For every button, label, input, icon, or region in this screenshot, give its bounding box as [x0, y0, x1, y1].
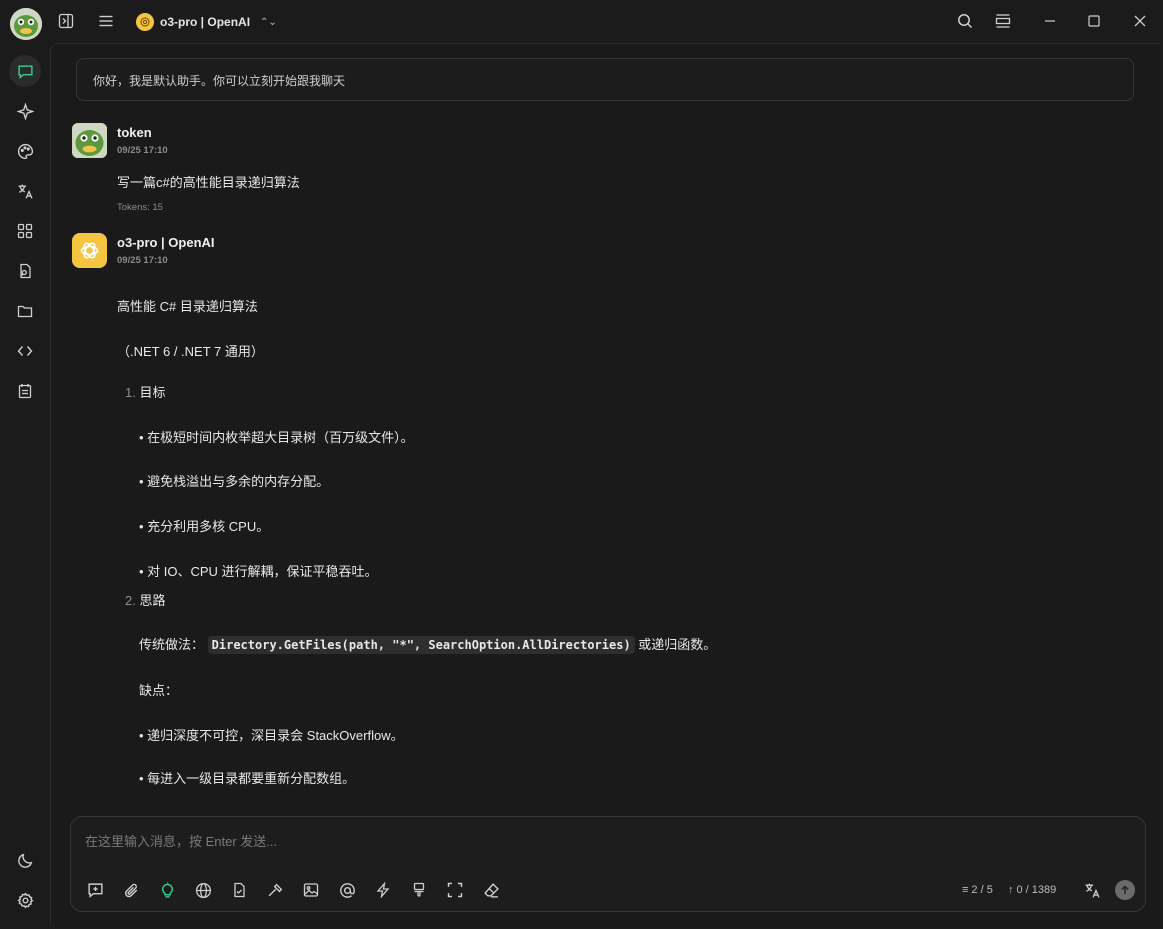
token-count: 0 / 1389	[1016, 884, 1057, 896]
file-search-icon[interactable]	[9, 255, 41, 287]
palette-icon[interactable]	[9, 135, 41, 167]
token-counter: ↑ 0 / 1389	[1008, 884, 1056, 896]
toggle-sidebar-icon[interactable]	[56, 11, 76, 31]
user-avatar[interactable]	[72, 123, 107, 158]
menu-icon[interactable]	[96, 11, 116, 31]
translate-icon[interactable]	[9, 175, 41, 207]
folder-icon[interactable]	[9, 295, 41, 327]
openai-icon	[136, 13, 154, 31]
context-count: 2 / 5	[971, 884, 993, 896]
assistant-avatar[interactable]	[72, 233, 107, 268]
hammer-icon[interactable]	[265, 880, 285, 900]
section-2-number: 2.	[125, 593, 136, 608]
web-search-globe-icon[interactable]	[193, 880, 213, 900]
lightbulb-icon[interactable]	[157, 880, 177, 900]
inline-code[interactable]: Directory.GetFiles(path, "*", SearchOpti…	[207, 636, 635, 654]
sidebar	[0, 43, 50, 929]
section-2-title: 2. 思路	[125, 590, 165, 609]
app-logo[interactable]	[10, 8, 42, 40]
user-message-tokens: Tokens: 15	[117, 202, 163, 213]
translate-input-icon[interactable]	[1082, 880, 1102, 900]
traditional-approach-line: 传统做法： Directory.GetFiles(path, "*", Sear…	[139, 634, 717, 654]
section-1-label: 目标	[139, 385, 166, 400]
chat-panel: 你好，我是默认助手。你可以立刻开始跟我聊天 token 09/25 17:10 …	[50, 43, 1160, 925]
lightning-icon[interactable]	[373, 880, 393, 900]
image-icon[interactable]	[301, 880, 321, 900]
drawback-item: • 递归深度不可控，深目录会 StackOverflow。	[139, 728, 404, 743]
title-bar: o3-pro | OpenAI ⌃⌄	[0, 0, 1163, 43]
message-composer: ≡ 2 / 5 ↑ 0 / 1389	[70, 816, 1146, 912]
close-icon[interactable]	[1130, 11, 1150, 31]
send-button[interactable]	[1115, 880, 1135, 900]
fullscreen-icon[interactable]	[445, 880, 465, 900]
chat-icon[interactable]	[9, 55, 41, 87]
drawback-item: • 每进入一级目录都要重新分配数组。	[139, 771, 356, 786]
new-topic-icon[interactable]	[85, 880, 105, 900]
chevron-updown-icon: ⌃⌄	[260, 16, 277, 28]
welcome-text: 你好，我是默认助手。你可以立刻开始跟我聊天	[93, 74, 346, 88]
mention-at-icon[interactable]	[337, 880, 357, 900]
apps-grid-icon[interactable]	[9, 215, 41, 247]
drawbacks-label: 缺点：	[139, 683, 179, 698]
code-icon[interactable]	[9, 335, 41, 367]
section-2-label: 思路	[139, 593, 166, 608]
user-message-time: 09/25 17:10	[117, 145, 168, 156]
model-name: o3-pro | OpenAI	[160, 15, 251, 29]
goal-item: • 避免栈溢出与多余的内存分配。	[139, 474, 330, 489]
goal-item: • 充分利用多核 CPU。	[139, 519, 270, 534]
topic-panel-icon[interactable]	[993, 11, 1013, 31]
notes-icon[interactable]	[9, 375, 41, 407]
user-name: token	[117, 125, 152, 140]
settings-gear-icon[interactable]	[9, 884, 41, 916]
answer-subheading: （.NET 6 / .NET 7 通用）	[117, 344, 264, 359]
eraser-icon[interactable]	[481, 880, 501, 900]
maximize-icon[interactable]	[1084, 11, 1104, 31]
welcome-banner: 你好，我是默认助手。你可以立刻开始跟我聊天	[76, 58, 1134, 101]
message-input[interactable]	[85, 831, 1125, 857]
model-selector[interactable]: o3-pro | OpenAI ⌃⌄	[136, 12, 277, 32]
arrow-up-icon: ↑	[1008, 884, 1014, 896]
answer-heading: 高性能 C# 目录递归算法	[117, 299, 258, 314]
traditional-prefix: 传统做法：	[139, 637, 205, 652]
attachment-icon[interactable]	[121, 880, 141, 900]
assistant-message-time: 09/25 17:10	[117, 255, 168, 266]
traditional-suffix: 或递归函数。	[638, 637, 717, 652]
list-lines-icon: ≡	[962, 884, 969, 896]
minimize-icon[interactable]	[1040, 11, 1060, 31]
goal-item: • 对 IO、CPU 进行解耦，保证平稳吞吐。	[139, 564, 378, 579]
knowledge-file-icon[interactable]	[229, 880, 249, 900]
user-message-text: 写一篇c#的高性能目录递归算法	[117, 175, 300, 190]
moon-icon[interactable]	[9, 844, 41, 876]
paintbrush-icon[interactable]	[409, 880, 429, 900]
section-1-title: 1. 目标	[125, 382, 165, 401]
goal-item: • 在极短时间内枚举超大目录树（百万级文件）。	[139, 430, 414, 445]
assistant-name: o3-pro | OpenAI	[117, 235, 215, 250]
arrow-up-send-icon	[1121, 885, 1129, 894]
search-icon[interactable]	[955, 11, 975, 31]
sparkle-icon[interactable]	[9, 95, 41, 127]
context-counter[interactable]: ≡ 2 / 5	[962, 884, 993, 896]
section-1-number: 1.	[125, 385, 136, 400]
